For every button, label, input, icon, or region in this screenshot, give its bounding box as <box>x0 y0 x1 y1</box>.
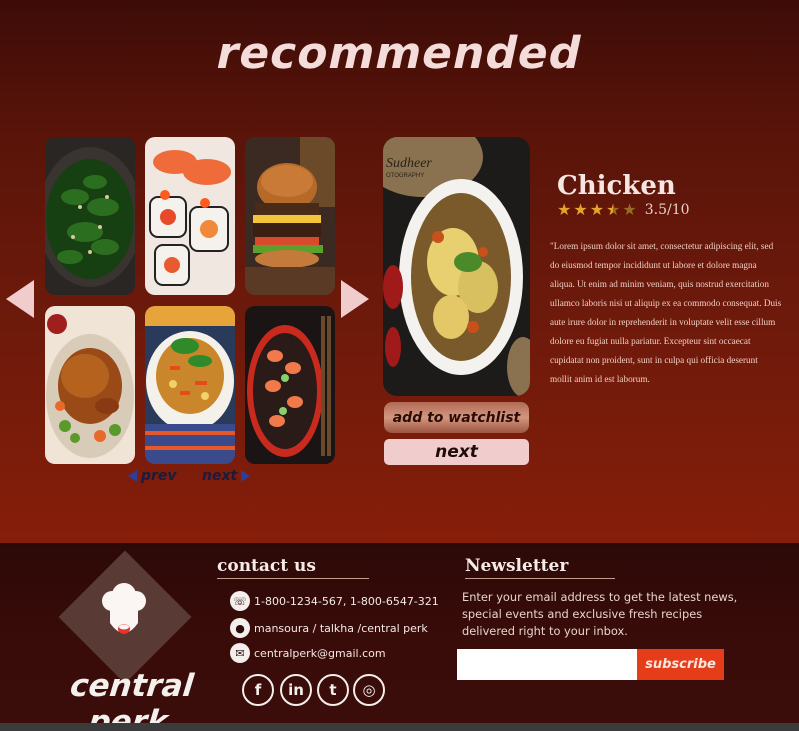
watermark-text: Sudheer <box>386 156 432 171</box>
contact-divider <box>217 578 369 579</box>
next-page-button[interactable]: next <box>202 468 251 484</box>
chevron-right-icon <box>241 470 251 482</box>
contact-title: contact us <box>217 556 316 576</box>
food-tile-sushi-platter[interactable] <box>245 306 335 464</box>
half-star-icon: ★ <box>606 200 621 219</box>
newsletter-divider <box>465 578 615 579</box>
svg-text:OTOGRAPHY: OTOGRAPHY <box>386 173 424 179</box>
food-tile-burger[interactable] <box>245 137 335 295</box>
carousel-next-arrow[interactable] <box>341 280 369 318</box>
chevron-left-icon <box>128 470 137 482</box>
brand-name: central perk <box>68 668 196 731</box>
mail-icon: ✉ <box>230 643 250 663</box>
add-to-watchlist-button[interactable]: add to watchlist <box>384 402 529 433</box>
star-icon: ★ <box>589 200 605 219</box>
instagram-icon[interactable]: ◎ <box>353 674 385 706</box>
phone-text: 1-800-1234-567, 1-800-6547-321 <box>254 594 439 608</box>
next-label: next <box>202 468 238 484</box>
featured-dish-image: Sudheer OTOGRAPHY <box>383 137 530 396</box>
rating-text: 3.5/10 <box>644 202 690 218</box>
star-empty-icon: ★ <box>622 200 637 219</box>
newsletter-email-input[interactable] <box>457 649 637 680</box>
contact-email: ✉ centralperk@gmail.com <box>230 643 386 663</box>
newsletter-text: Enter your email address to get the late… <box>462 590 738 638</box>
facebook-icon[interactable]: f <box>242 674 274 706</box>
food-tile-spinach[interactable] <box>45 137 135 295</box>
dish-description: "Lorem ipsum dolor sit amet, consectetur… <box>550 241 782 384</box>
chef-hat-logo-icon <box>96 583 152 643</box>
rating: ★ ★ ★ ★ ★ 3.5/10 <box>557 200 690 219</box>
phone-icon: ☏ <box>230 591 250 611</box>
prev-page-button[interactable]: prev <box>128 468 177 484</box>
page-title: recommended <box>211 28 588 79</box>
bottom-bar <box>0 723 799 731</box>
email-text[interactable]: centralperk@gmail.com <box>254 647 386 660</box>
dish-name: Chicken <box>557 171 676 201</box>
food-tile-sushi-rolls[interactable] <box>145 137 235 295</box>
twitter-icon[interactable]: t <box>317 674 349 706</box>
next-dish-button[interactable]: next <box>384 439 529 465</box>
prev-label: prev <box>141 468 177 484</box>
newsletter-title: Newsletter <box>465 556 569 576</box>
linkedin-icon[interactable]: in <box>280 674 312 706</box>
star-icon: ★ <box>573 200 588 219</box>
food-tile-stir-fry-bowl[interactable] <box>145 306 235 464</box>
subscribe-button[interactable]: subscribe <box>637 649 724 680</box>
star-icon: ★ <box>557 200 572 219</box>
location-pin-icon: ● <box>230 618 250 638</box>
recommended-section: recommended prev next Sudheer OTOGRAPHY … <box>0 0 799 543</box>
contact-phone: ☏ 1-800-1234-567, 1-800-6547-321 <box>230 591 439 611</box>
contact-address: ● mansoura / talkha /central perk <box>230 618 428 638</box>
carousel-prev-arrow[interactable] <box>6 280 34 318</box>
address-text: mansoura / talkha /central perk <box>254 621 428 635</box>
food-tile-roast-chicken[interactable] <box>45 306 135 464</box>
